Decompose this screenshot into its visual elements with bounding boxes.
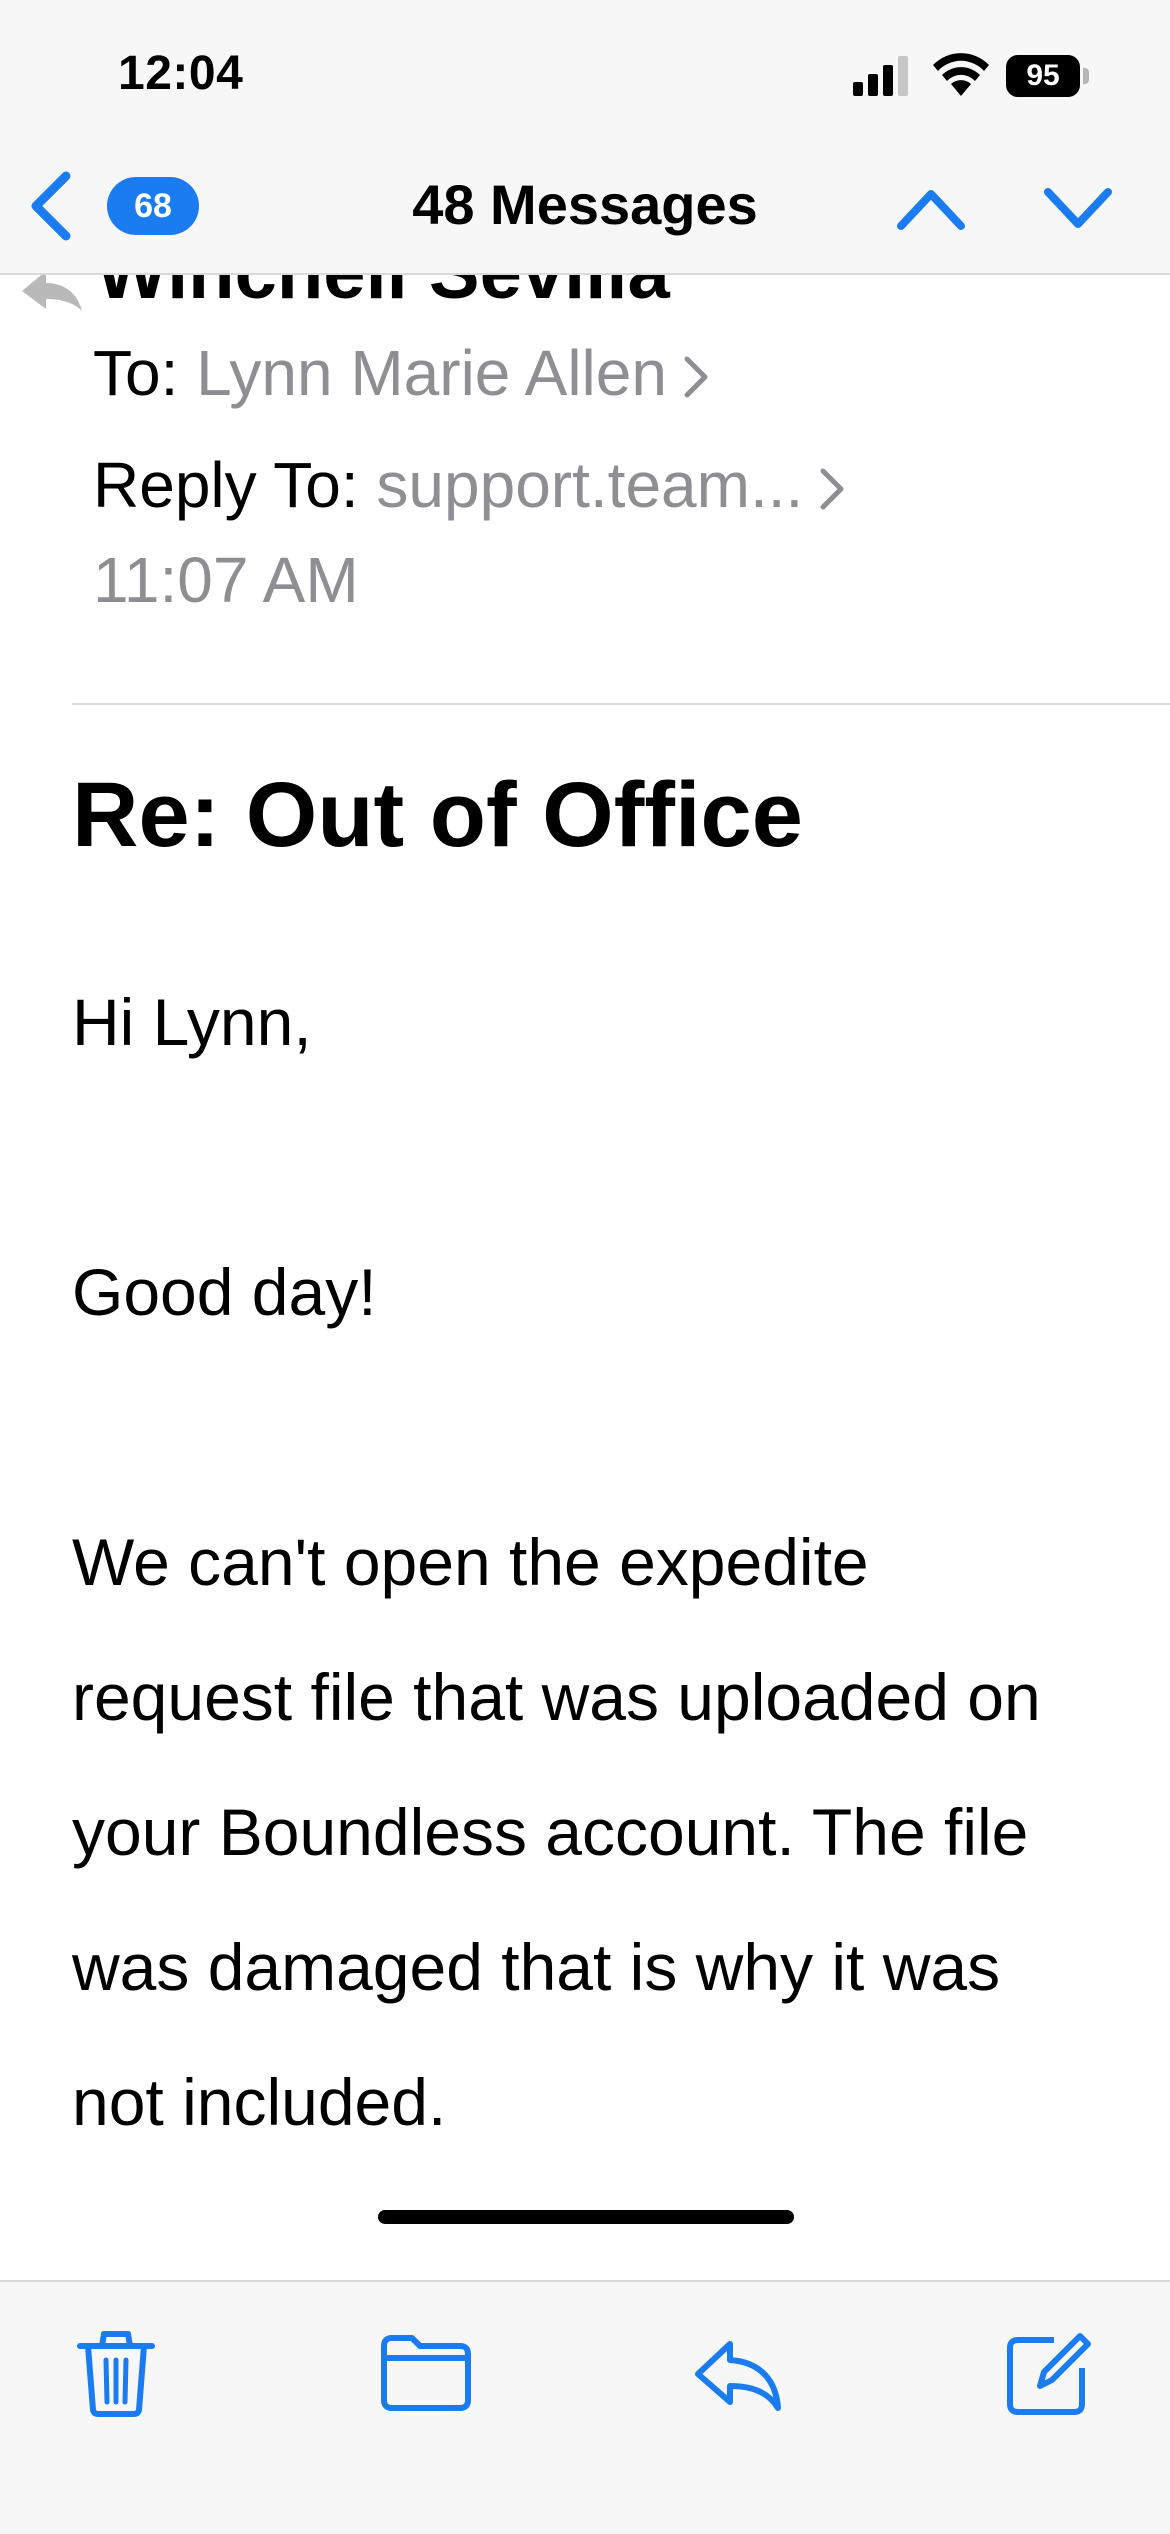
reply-to-address[interactable]: support.team... (376, 449, 803, 521)
bottom-toolbar (0, 2280, 1170, 2534)
message-timestamp: 11:07 AM (93, 544, 359, 616)
battery-tip (1083, 68, 1089, 84)
nav-title: 48 Messages (412, 173, 758, 236)
reply-to-row[interactable]: Reply To: support.team... (93, 445, 847, 525)
message-content[interactable]: Winchell Sevilla To: Lynn Marie Allen Re… (0, 275, 1170, 2255)
to-label: To: (93, 337, 179, 409)
to-row[interactable]: To: Lynn Marie Allen (93, 333, 711, 413)
message-subject: Re: Out of Office (72, 764, 803, 866)
reply-icon (695, 2341, 781, 2411)
previous-message-chevron-up-icon[interactable] (895, 182, 967, 234)
message-body: Hi Lynn, Good day! We can't open the exp… (72, 955, 1092, 2170)
header-divider (72, 703, 1170, 705)
folder-icon (381, 2335, 471, 2411)
move-to-folder-button[interactable] (378, 2324, 474, 2420)
body-line: Good day! (72, 1255, 377, 1329)
trash-icon (77, 2331, 155, 2417)
sender-name[interactable]: Winchell Sevilla (96, 275, 670, 313)
next-message-chevron-down-icon[interactable] (1042, 182, 1114, 234)
back-chevron-icon[interactable] (26, 170, 76, 242)
replied-indicator-icon (22, 275, 82, 311)
battery-icon: 95 (1006, 55, 1090, 97)
compose-icon (1007, 2333, 1091, 2415)
status-time: 12:04 (118, 47, 244, 100)
chevron-right-icon (820, 468, 844, 510)
body-greeting: Hi Lynn, (72, 985, 312, 1059)
to-recipient[interactable]: Lynn Marie Allen (196, 337, 667, 409)
unread-count-badge[interactable]: 68 (107, 177, 199, 235)
home-indicator[interactable] (378, 2210, 794, 2224)
compose-button[interactable] (1000, 2324, 1096, 2420)
battery-level: 95 (1006, 55, 1080, 97)
reply-to-label: Reply To: (93, 449, 359, 521)
trash-button[interactable] (68, 2324, 164, 2420)
status-bar: 12:04 95 (0, 0, 1170, 150)
chevron-right-icon (684, 356, 708, 398)
body-paragraph: We can't open the expedite request file … (72, 1525, 1041, 2139)
reply-button[interactable] (690, 2324, 786, 2420)
nav-bar: 68 48 Messages (0, 150, 1170, 275)
cellular-signal-icon (853, 56, 908, 96)
wifi-icon (933, 53, 989, 96)
